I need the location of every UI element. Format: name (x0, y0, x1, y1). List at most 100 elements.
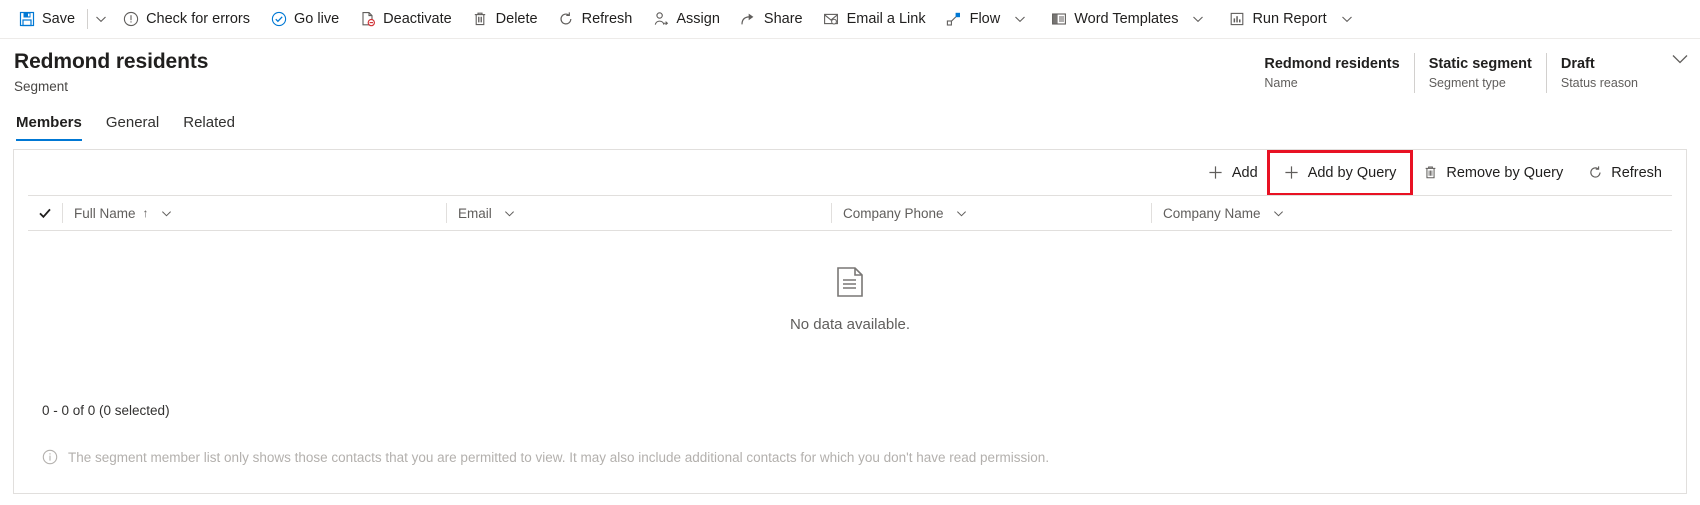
column-menu-button[interactable] (157, 203, 177, 223)
refresh-label: Refresh (581, 10, 633, 27)
go-live-button[interactable]: Go live (260, 0, 349, 38)
sort-ascending-icon: ↑ (142, 206, 149, 220)
run-report-icon (1228, 11, 1245, 28)
chevron-down-icon (96, 16, 106, 23)
tab-general-label: General (105, 114, 160, 131)
header-fields: Redmond residents Name Static segment Se… (1250, 49, 1660, 93)
chevron-down-icon (1274, 210, 1284, 216)
grid-refresh-button[interactable]: Refresh (1575, 156, 1674, 190)
check-for-errors-label: Check for errors (146, 10, 251, 27)
assign-person-icon (652, 11, 669, 28)
header-field-segment-type-value: Static segment (1428, 56, 1532, 72)
share-button[interactable]: Share (730, 0, 813, 38)
word-template-icon (1050, 11, 1067, 28)
plus-icon (1208, 165, 1224, 181)
column-menu-button[interactable] (952, 203, 972, 223)
column-header-company-phone-label: Company Phone (843, 205, 944, 221)
column-header-email[interactable]: Email (446, 203, 831, 223)
column-header-full-name[interactable]: Full Name ↑ (62, 203, 446, 223)
delete-button[interactable]: Delete (462, 0, 548, 38)
grid-add-button[interactable]: Add (1196, 156, 1270, 190)
check-for-errors-button[interactable]: Check for errors (112, 0, 260, 38)
grid-refresh-label: Refresh (1611, 164, 1662, 181)
chevron-down-icon (1341, 16, 1352, 23)
flow-icon (946, 11, 963, 28)
header-field-status-reason[interactable]: Draft Status reason (1545, 53, 1652, 93)
grid-scrollbar[interactable] (1682, 150, 1686, 493)
column-menu-button[interactable] (1269, 203, 1289, 223)
column-header-company-name[interactable]: Company Name (1151, 203, 1491, 223)
grid-add-by-query-button[interactable]: Add by Query (1266, 149, 1414, 196)
flow-button[interactable]: Flow (936, 0, 1041, 38)
document-icon (837, 267, 863, 302)
grid-permission-note-text: The segment member list only shows those… (68, 449, 1050, 465)
header-field-name-label: Name (1264, 76, 1298, 90)
chevron-down-icon (505, 210, 515, 216)
chevron-down-icon (1015, 16, 1026, 23)
tab-members-label: Members (16, 114, 82, 131)
flow-dropdown-button[interactable] (1010, 9, 1030, 29)
header-field-status-reason-value: Draft (1560, 56, 1595, 72)
chevron-down-icon (1672, 55, 1688, 64)
deactivate-page-icon (359, 11, 376, 28)
page-title: Redmond residents (14, 50, 209, 73)
empty-state-message: No data available. (789, 316, 911, 333)
grid-add-by-query-label: Add by Query (1307, 164, 1397, 181)
deactivate-label: Deactivate (383, 10, 452, 27)
go-live-label: Go live (294, 10, 340, 27)
chevron-down-icon (162, 210, 171, 216)
assign-button[interactable]: Assign (642, 0, 730, 38)
word-templates-button[interactable]: Word Templates (1040, 0, 1218, 38)
header-field-name[interactable]: Redmond residents Name (1250, 53, 1413, 93)
grid-add-label: Add (1231, 164, 1258, 181)
error-circle-icon (122, 11, 139, 28)
top-command-bar: Save Check for errors Go live Deactivate… (0, 0, 1700, 39)
tab-list: Members General Related (0, 105, 1700, 141)
save-label: Save (42, 10, 76, 27)
column-header-full-name-label: Full Name (74, 205, 136, 221)
chevron-down-icon (1193, 16, 1204, 23)
tab-related-label: Related (183, 114, 235, 131)
column-menu-button[interactable] (500, 203, 520, 223)
column-header-email-label: Email (458, 205, 492, 221)
save-dropdown-button[interactable] (90, 0, 112, 38)
save-icon (18, 11, 35, 28)
header-field-status-reason-label: Status reason (1560, 76, 1638, 90)
tab-members[interactable]: Members (14, 113, 94, 141)
checkmark-icon (39, 208, 51, 219)
share-label: Share (763, 10, 803, 27)
plus-icon (1284, 165, 1300, 181)
grid-column-headers: Full Name ↑ Email Company Phone Company … (28, 195, 1672, 231)
save-button[interactable]: Save (8, 0, 85, 38)
header-field-segment-type[interactable]: Static segment Segment type (1413, 53, 1546, 93)
header-field-name-value: Redmond residents (1264, 56, 1400, 72)
word-templates-label: Word Templates (1074, 10, 1179, 27)
grid-permission-note: The segment member list only shows those… (42, 449, 1049, 465)
record-header: Redmond residents Segment Redmond reside… (0, 39, 1700, 105)
chevron-down-icon (957, 210, 967, 216)
email-a-link-label: Email a Link (846, 10, 926, 27)
info-circle-icon (42, 449, 58, 465)
refresh-icon (558, 11, 575, 28)
record-count: 0 - 0 of 0 (0 selected) (42, 403, 170, 418)
column-header-company-phone[interactable]: Company Phone (831, 203, 1151, 223)
grid-remove-by-query-button[interactable]: Remove by Query (1410, 156, 1575, 190)
share-icon (740, 11, 757, 28)
refresh-button[interactable]: Refresh (548, 0, 643, 38)
refresh-icon (1587, 165, 1603, 181)
record-title-block: Redmond residents Segment (14, 49, 208, 96)
word-templates-dropdown-button[interactable] (1188, 9, 1208, 29)
tab-related[interactable]: Related (171, 113, 247, 141)
toolbar-divider (87, 9, 89, 29)
email-link-icon (823, 11, 840, 28)
run-report-dropdown-button[interactable] (1337, 9, 1357, 29)
deactivate-button[interactable]: Deactivate (349, 0, 462, 38)
assign-label: Assign (676, 10, 720, 27)
header-expand-button[interactable] (1660, 49, 1700, 77)
delete-label: Delete (495, 10, 538, 27)
members-grid-panel: Add Add by Query Remove by Query Refresh (13, 149, 1687, 494)
email-a-link-button[interactable]: Email a Link (813, 0, 936, 38)
select-all-checkbox[interactable] (28, 206, 62, 220)
run-report-button[interactable]: Run Report (1218, 0, 1366, 38)
tab-general[interactable]: General (94, 113, 171, 141)
